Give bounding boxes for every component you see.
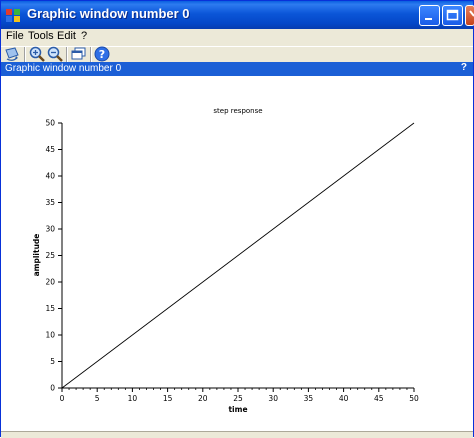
plot-svg: step response time amplitude 0 5 10 15 20 25 3… [32, 107, 419, 414]
y-axis-label: amplitude [32, 234, 41, 277]
doc-title: Graphic window number 0 [5, 63, 122, 74]
menu-file[interactable]: File [6, 30, 24, 42]
x-tick-label: 10 [128, 394, 138, 403]
help-icon: ? [94, 46, 110, 62]
x-tick-label: 50 [409, 394, 419, 403]
y-tick-label: 15 [45, 304, 55, 313]
menu-help[interactable]: ? [81, 30, 87, 42]
y-tick-label: 45 [45, 145, 55, 154]
x-tick-label: 0 [60, 394, 65, 403]
rotate-button[interactable] [3, 45, 21, 63]
maximize-button[interactable] [442, 5, 463, 26]
minimize-button[interactable] [419, 5, 440, 26]
graphic-doc-bar: Graphic window number 0 ? [1, 62, 473, 76]
x-tick-label: 35 [304, 394, 314, 403]
window-title: Graphic window number 0 [27, 6, 190, 21]
zoom-in-icon [29, 46, 45, 62]
menu-edit[interactable]: Edit [57, 30, 76, 42]
zoom-out-icon [47, 46, 63, 62]
x-tick-label: 25 [233, 394, 243, 403]
scilab-app-icon [6, 9, 20, 22]
x-tick-label: 30 [268, 394, 278, 403]
y-tick-label: 25 [45, 251, 55, 260]
graphic-window: Graphic window number 0 File Tools Edit … [0, 0, 474, 438]
window-icon [71, 47, 86, 60]
series-layer [61, 122, 415, 389]
plot-canvas[interactable]: step response time amplitude 0 5 10 15 20 25 3… [1, 76, 473, 431]
maximize-icon [446, 9, 459, 21]
y-tick-label: 0 [50, 384, 55, 393]
chart-title: step response [213, 107, 262, 115]
y-tick-label: 5 [50, 357, 55, 366]
x-axis-label: time [228, 405, 247, 414]
y-tick-label: 40 [45, 172, 55, 181]
x-tick-label: 20 [198, 394, 208, 403]
x-tick-label: 5 [95, 394, 100, 403]
x-tick-label: 40 [339, 394, 349, 403]
x-tick-label: 15 [163, 394, 173, 403]
menu-tools[interactable]: Tools [28, 30, 54, 42]
y-tick-label: 50 [45, 119, 55, 128]
close-icon [469, 10, 474, 17]
minimize-icon [425, 18, 432, 20]
rotate-icon [5, 47, 19, 61]
toolbar: ? [1, 46, 473, 63]
svg-text:?: ? [99, 48, 105, 61]
y-tick-label: 30 [45, 225, 55, 234]
toolbar-separator [24, 47, 26, 63]
zoom-in-button[interactable] [28, 45, 46, 63]
x-tick-label: 45 [374, 394, 384, 403]
toolbar-separator [66, 47, 68, 63]
menu-bar: File Tools Edit ? [1, 29, 473, 46]
toolbar-separator [90, 47, 92, 63]
series-line [61, 122, 415, 389]
close-button[interactable] [465, 5, 474, 26]
window-button[interactable] [70, 45, 88, 63]
y-tick-label: 20 [45, 278, 55, 287]
y-tick-label: 35 [45, 198, 55, 207]
y-tick-label: 10 [45, 331, 55, 340]
help-button[interactable]: ? [93, 45, 111, 63]
doc-help-icon[interactable]: ? [461, 62, 467, 73]
zoom-out-button[interactable] [46, 45, 64, 63]
title-bar[interactable]: Graphic window number 0 [1, 1, 474, 29]
